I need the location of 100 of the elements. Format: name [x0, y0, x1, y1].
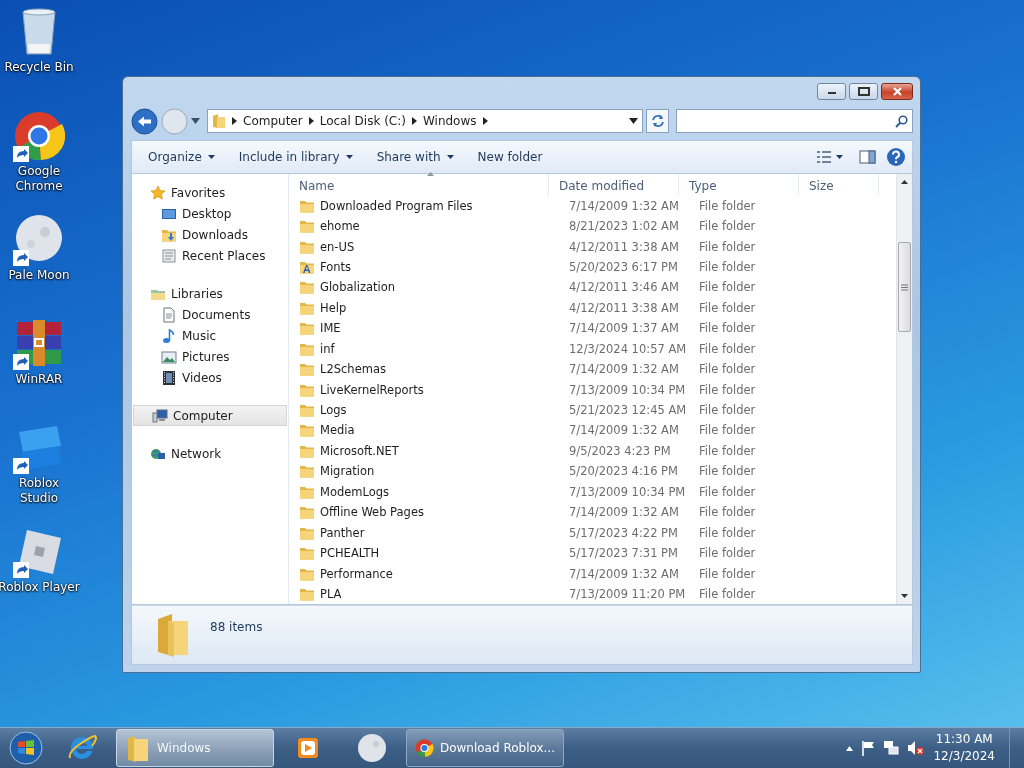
- file-name[interactable]: ModemLogs: [289, 483, 559, 500]
- breadcrumb-item[interactable]: Computer: [243, 114, 303, 128]
- item-count: 88 items: [210, 620, 263, 634]
- file-name[interactable]: en-US: [289, 238, 559, 255]
- desktop-icon-label[interactable]: Roblox Player: [0, 580, 80, 595]
- file-name[interactable]: Offline Web Pages: [289, 504, 559, 521]
- media-player-icon[interactable]: [295, 735, 321, 761]
- file-name[interactable]: Globalization: [289, 279, 559, 296]
- file-name[interactable]: Microsoft.NET: [289, 442, 559, 459]
- network-icon[interactable]: [883, 740, 900, 756]
- help-icon[interactable]: [886, 147, 906, 167]
- date-modified: 12/3/2024 10:57 AM: [568, 341, 688, 356]
- breadcrumb-item[interactable]: Windows: [422, 114, 477, 128]
- moon-icon[interactable]: [13, 214, 65, 266]
- file-name[interactable]: Fonts: [289, 258, 559, 275]
- file-name[interactable]: Performance: [289, 565, 559, 582]
- clock-time[interactable]: 11:30 AM: [935, 731, 993, 748]
- column-header[interactable]: Type: [679, 174, 799, 196]
- close-button[interactable]: [881, 83, 913, 100]
- nav-item[interactable]: Pictures: [132, 346, 288, 367]
- refresh-icon: [650, 115, 665, 127]
- nav-item[interactable]: Recent Places: [132, 245, 288, 266]
- document-icon: [161, 306, 177, 323]
- scrollbar[interactable]: [896, 174, 912, 604]
- file-name[interactable]: Media: [289, 422, 559, 439]
- dropdown-arrow-icon[interactable]: [629, 118, 638, 124]
- file-name[interactable]: Downloaded Program Files: [289, 197, 559, 214]
- toolbar-button[interactable]: New folder: [467, 146, 553, 168]
- scroll-down-icon[interactable]: [901, 594, 908, 598]
- film-icon: [161, 369, 177, 386]
- date-modified: 5/20/2023 6:17 PM: [568, 259, 679, 274]
- file-name[interactable]: Migration: [289, 463, 559, 480]
- nav-item[interactable]: Downloads: [132, 224, 288, 245]
- caret-icon: [207, 155, 215, 159]
- search-icon: [895, 114, 908, 128]
- file-name[interactable]: Logs: [289, 402, 559, 418]
- date-modified: 4/12/2011 3:46 AM: [568, 280, 680, 295]
- nav-item[interactable]: Desktop: [132, 203, 288, 224]
- scroll-up-icon[interactable]: [901, 180, 908, 184]
- file-type: File folder: [698, 321, 757, 336]
- toolbar-button[interactable]: Organize: [138, 146, 225, 168]
- date-modified: 4/12/2011 3:38 AM: [568, 239, 680, 254]
- chevron-icon[interactable]: [411, 117, 417, 125]
- file-type: File folder: [698, 464, 757, 479]
- nav-item[interactable]: Network: [132, 443, 288, 464]
- chevron-icon[interactable]: [482, 117, 488, 125]
- column-header[interactable]: Size: [799, 174, 879, 196]
- file-name[interactable]: PCHEALTH: [289, 545, 559, 562]
- show-hidden-icons-icon[interactable]: [846, 745, 854, 751]
- desktop-icon-label[interactable]: Roblox Studio: [0, 476, 80, 506]
- breadcrumb-item[interactable]: Local Disk (C:): [319, 114, 406, 128]
- back-button[interactable]: [131, 107, 158, 135]
- nav-item[interactable]: Computer: [133, 405, 287, 426]
- file-type: File folder: [698, 300, 757, 315]
- file-type: File folder: [698, 423, 757, 438]
- desktop-icon-label[interactable]: Pale Moon: [8, 268, 70, 283]
- toolbar-button[interactable]: Include in library: [228, 146, 363, 168]
- moon-icon[interactable]: [357, 733, 387, 763]
- chevron-icon[interactable]: [308, 117, 314, 125]
- file-type: File folder: [698, 382, 757, 397]
- date-modified: 5/17/2023 4:22 PM: [568, 525, 679, 540]
- date-modified: 9/5/2023 4:23 PM: [568, 443, 672, 458]
- file-name[interactable]: IME: [289, 320, 559, 337]
- desktop-icon-label[interactable]: Google Chrome: [0, 164, 80, 194]
- nav-item[interactable]: Documents: [132, 304, 288, 325]
- file-name[interactable]: PLA: [289, 585, 559, 602]
- file-name[interactable]: L2Schemas: [289, 361, 559, 378]
- taskbar-button[interactable]: Download Roblox...: [406, 729, 564, 767]
- date-modified: 7/13/2009 11:20 PM: [568, 586, 687, 601]
- file-name[interactable]: inf: [289, 340, 559, 357]
- close-icon: [891, 87, 903, 96]
- clock-date[interactable]: 12/3/2024: [933, 748, 995, 765]
- nav-item[interactable]: Favorites: [132, 182, 288, 203]
- date-modified: 7/14/2009 1:32 AM: [568, 505, 680, 520]
- nav-item[interactable]: Videos: [132, 367, 288, 388]
- minimize-button[interactable]: [817, 83, 846, 100]
- scroll-thumb[interactable]: [898, 242, 911, 332]
- desktop-icon-label[interactable]: WinRAR: [15, 372, 63, 387]
- desktop-icon-label[interactable]: Recycle Bin: [4, 60, 74, 75]
- file-name[interactable]: Help: [289, 299, 559, 316]
- file-name[interactable]: ehome: [289, 218, 559, 235]
- nav-item[interactable]: Music: [132, 325, 288, 346]
- file-name[interactable]: LiveKernelReports: [289, 381, 559, 398]
- search-field[interactable]: [676, 109, 913, 133]
- date-modified: 7/14/2009 1:32 AM: [568, 362, 680, 377]
- date-modified: 4/12/2011 3:38 AM: [568, 300, 680, 315]
- caret-icon: [446, 155, 454, 159]
- nav-item[interactable]: Libraries: [132, 283, 288, 304]
- chevron-icon[interactable]: [232, 117, 237, 125]
- column-header[interactable]: Date modified: [549, 174, 679, 196]
- address-bar[interactable]: Computer Local Disk (C:) Windows: [207, 109, 643, 133]
- chrome-icon[interactable]: [13, 110, 65, 162]
- speaker-muted-icon[interactable]: [907, 740, 926, 756]
- music-note-icon: [161, 327, 177, 344]
- file-name[interactable]: Panther: [289, 524, 559, 541]
- toolbar-button[interactable]: Share with: [366, 146, 464, 168]
- flag-icon[interactable]: [861, 740, 876, 756]
- refresh-button[interactable]: [646, 109, 669, 133]
- restore-button[interactable]: [849, 83, 878, 100]
- caret-icon: [345, 155, 353, 159]
